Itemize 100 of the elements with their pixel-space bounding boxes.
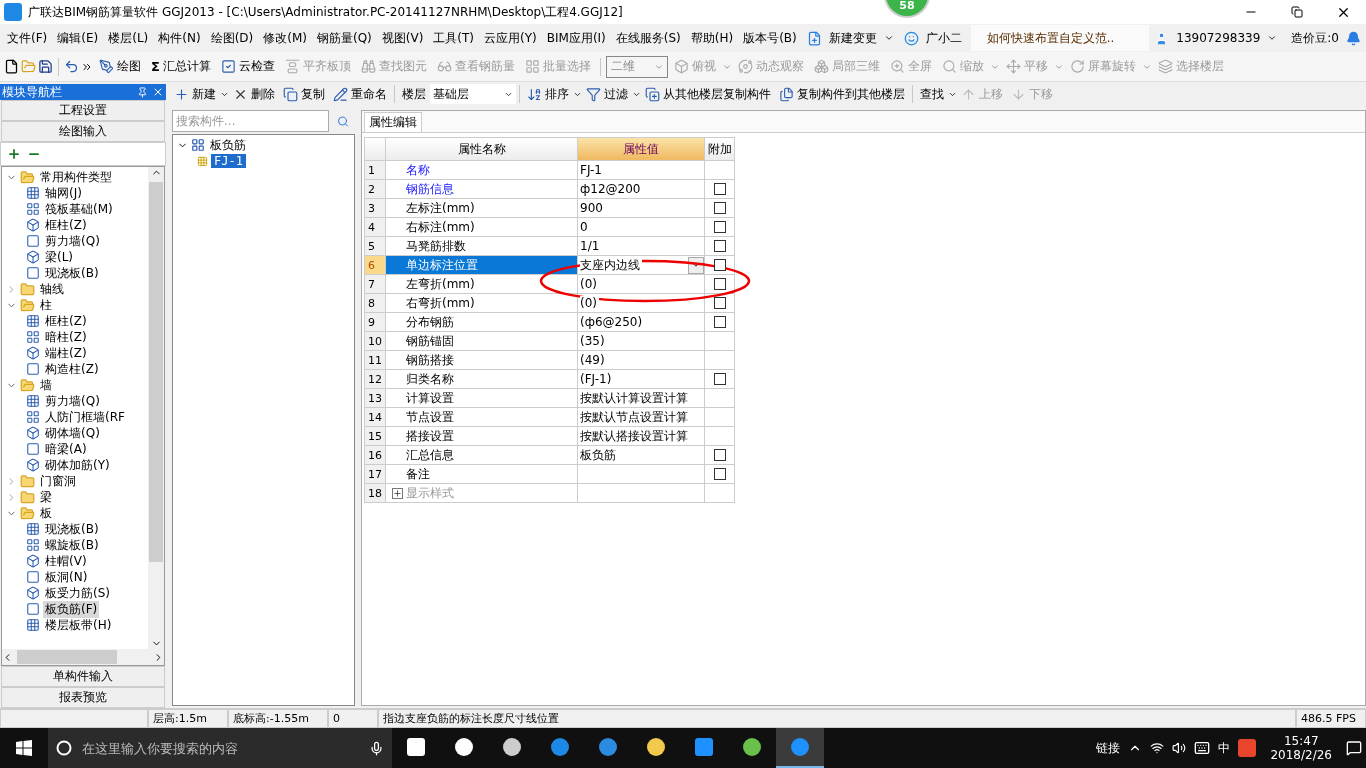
table-cell[interactable]: 按默认搭接设置计算 xyxy=(578,427,705,446)
tree-item[interactable]: 楼层板带(H) xyxy=(43,616,114,634)
checkbox[interactable] xyxy=(713,278,726,290)
nav-button[interactable]: 工程设置 xyxy=(1,100,165,121)
table-cell[interactable]: 右弯折(mm) xyxy=(386,294,578,313)
menu-item[interactable]: 楼层(L) xyxy=(103,29,154,47)
table-cell[interactable]: (0) xyxy=(578,275,705,294)
menu-item[interactable]: 视图(V) xyxy=(376,29,429,47)
toolbar-button[interactable]: 删除 xyxy=(229,83,279,105)
tree-item[interactable]: 人防门框墙(RF xyxy=(43,408,127,426)
tree-item[interactable]: 板洞(N) xyxy=(43,568,90,586)
checkbox[interactable] xyxy=(713,449,726,461)
tab[interactable]: 属性编辑 xyxy=(364,112,422,132)
table-cell[interactable]: 单边标注位置 xyxy=(386,256,578,275)
tree-item[interactable]: 螺旋板(B) xyxy=(43,536,101,554)
volume-icon[interactable] xyxy=(1172,741,1187,755)
toolbar-button[interactable]: 排序 xyxy=(523,83,573,105)
menu-item[interactable]: 云应用(Y) xyxy=(479,29,542,47)
table-cell[interactable]: 马凳筋排数 xyxy=(386,237,578,256)
table-cell[interactable]: 钢筋信息 xyxy=(386,180,578,199)
tree-item[interactable]: 墙 xyxy=(38,376,54,394)
table-cell[interactable]: 左弯折(mm) xyxy=(386,275,578,294)
table-cell[interactable]: 钢筋搭接 xyxy=(386,351,578,370)
tree-item[interactable]: 剪力墙(Q) xyxy=(43,232,102,250)
toolbar-button[interactable]: 重命名 xyxy=(329,83,391,105)
toolbar-button[interactable]: 过滤 xyxy=(582,83,632,105)
tree-item[interactable]: 常用构件类型 xyxy=(38,168,114,186)
scrollbar[interactable] xyxy=(2,649,164,665)
table-cell[interactable] xyxy=(578,465,705,484)
save-icon[interactable] xyxy=(38,59,53,74)
expand-all-icon[interactable] xyxy=(7,147,21,161)
caret-icon[interactable] xyxy=(883,33,894,43)
tree-item[interactable]: 现浇板(B) xyxy=(43,264,101,282)
tree-item[interactable]: 暗梁(A) xyxy=(43,440,89,458)
links-label[interactable]: 链接 xyxy=(1096,739,1121,757)
table-cell[interactable]: 汇总信息 xyxy=(386,446,578,465)
table-cell[interactable]: 搭接设置 xyxy=(386,427,578,446)
tree-item[interactable]: 梁(L) xyxy=(43,248,76,266)
coins-label[interactable]: 造价豆:0 xyxy=(1287,27,1343,49)
tree-item[interactable]: 柱 xyxy=(38,296,54,314)
account-button[interactable]: 13907298339 xyxy=(1172,29,1265,47)
floor-select[interactable]: 基础层 xyxy=(430,84,516,104)
ime-indicator[interactable]: 中 xyxy=(1218,739,1231,757)
floor-label[interactable]: 楼层 xyxy=(398,83,430,105)
checkbox[interactable] xyxy=(713,221,726,233)
checkbox[interactable] xyxy=(713,259,726,271)
checkbox[interactable] xyxy=(713,183,726,195)
tree-item[interactable]: 轴线 xyxy=(38,280,66,298)
table-cell[interactable]: (0) xyxy=(578,294,705,313)
tree-item[interactable]: 端柱(Z) xyxy=(43,344,89,362)
app-icon[interactable] xyxy=(1238,739,1257,757)
table-cell[interactable]: 支座内边线 xyxy=(578,256,705,275)
toolbar-button[interactable]: 查找 xyxy=(916,83,948,105)
toolbar-button[interactable]: 复制构件到其他楼层 xyxy=(775,83,909,105)
table-cell[interactable]: 板负筋 xyxy=(578,446,705,465)
tree-item[interactable]: 构造柱(Z) xyxy=(43,360,101,378)
search-icon[interactable] xyxy=(337,113,349,129)
checkbox[interactable] xyxy=(713,202,726,214)
tree-item[interactable]: 板负筋(F) xyxy=(43,600,100,618)
checkbox[interactable] xyxy=(713,240,726,252)
restore-icon[interactable] xyxy=(1291,6,1303,18)
caret-icon[interactable] xyxy=(1267,33,1278,43)
search-field[interactable]: 在这里输入你要搜索的内容 xyxy=(80,739,361,757)
tree-item[interactable]: 现浇板(B) xyxy=(43,520,101,538)
table-cell[interactable]: 900 xyxy=(578,199,705,218)
nav-button[interactable]: 绘图输入 xyxy=(1,121,165,142)
notification-icon[interactable] xyxy=(1346,740,1362,756)
tree-item[interactable]: 暗柱(Z) xyxy=(43,328,89,346)
checkbox[interactable] xyxy=(713,316,726,328)
menu-item[interactable]: 钢筋量(Q) xyxy=(311,29,377,47)
table-cell[interactable]: (49) xyxy=(578,351,705,370)
tree-item[interactable]: 筏板基础(M) xyxy=(43,200,115,218)
toolbar-button[interactable]: Σ 汇总计算 xyxy=(147,56,215,77)
table-cell[interactable]: 按默认节点设置计算 xyxy=(578,408,705,427)
new-file-icon[interactable] xyxy=(4,59,19,74)
tree-item[interactable]: 框柱(Z) xyxy=(43,216,89,234)
tree-item[interactable]: 柱帽(V) xyxy=(43,552,89,570)
table-cell[interactable]: 0 xyxy=(578,218,705,237)
toolbar-button[interactable]: 新建 xyxy=(170,83,220,105)
tree-item[interactable]: 板负筋 xyxy=(208,136,248,154)
toolbar-button[interactable]: 云检查 xyxy=(216,56,279,77)
menu-item[interactable]: 版本号(B) xyxy=(738,29,802,47)
table-cell[interactable]: (ф6@250) xyxy=(578,313,705,332)
nav-button[interactable]: 单构件输入 xyxy=(1,666,165,687)
menu-item[interactable]: 文件(F) xyxy=(2,29,53,47)
tree-item[interactable]: 砌体墙(Q) xyxy=(43,424,102,442)
bell-icon[interactable] xyxy=(1346,30,1361,46)
search-bar[interactable]: 在这里输入你要搜索的内容 xyxy=(48,728,392,768)
scrollbar[interactable] xyxy=(148,167,164,649)
undo-icon[interactable] xyxy=(64,59,79,74)
table-cell[interactable]: 左标注(mm) xyxy=(386,199,578,218)
table-cell[interactable]: 按默认计算设置计算 xyxy=(578,389,705,408)
tree-item[interactable]: 板 xyxy=(38,504,54,522)
menu-item[interactable]: 帮助(H) xyxy=(685,29,739,47)
tree-item[interactable]: 剪力墙(Q) xyxy=(43,392,102,410)
menu-item[interactable]: 绘图(D) xyxy=(205,29,259,47)
table-cell[interactable]: 备注 xyxy=(386,465,578,484)
menu-item[interactable]: 修改(M) xyxy=(258,29,312,47)
tree-item[interactable]: 门窗洞 xyxy=(38,472,78,490)
tree-item[interactable]: 框柱(Z) xyxy=(43,312,89,330)
